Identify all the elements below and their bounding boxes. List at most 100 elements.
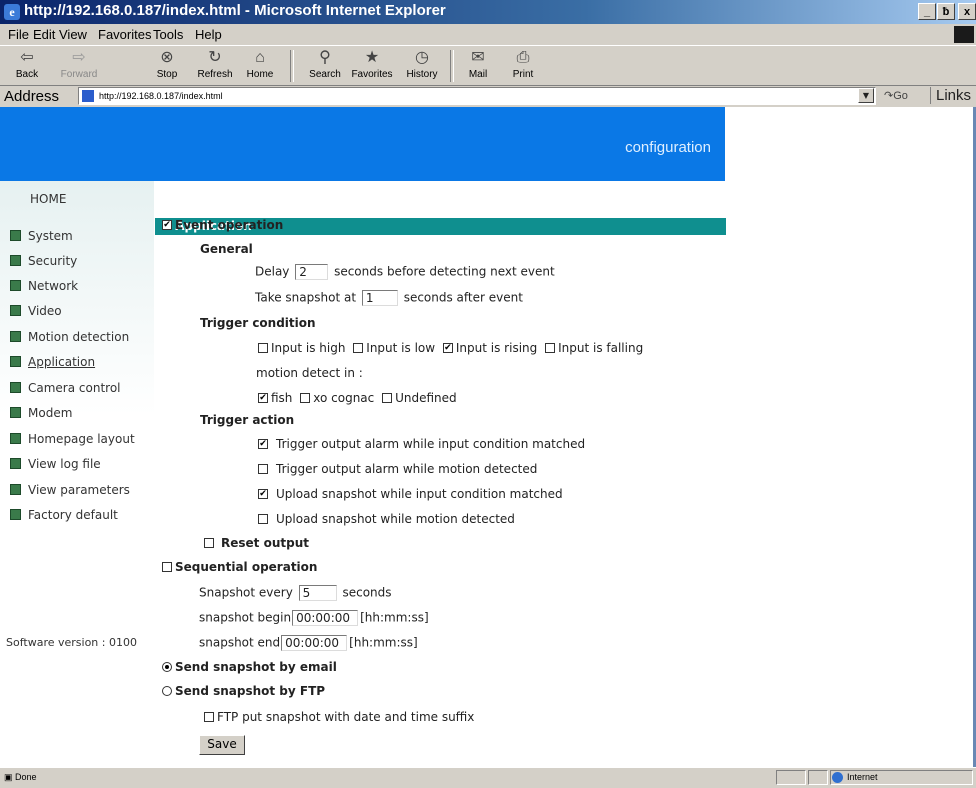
menu-view[interactable]: View <box>59 27 87 42</box>
motion-window-fish-checkbox[interactable]: ✔ <box>258 392 268 403</box>
ftp-suffix-row[interactable]: FTP put snapshot with date and time suff… <box>204 710 474 724</box>
snapshot-end-row: snapshot end 00:00:00 [hh:mm:ss] <box>199 635 418 651</box>
page-content: configuration HOME System Security Netwo… <box>0 107 976 767</box>
menu-tools[interactable]: Tools <box>153 27 183 42</box>
go-button[interactable]: ↷Go <box>884 89 908 102</box>
event-operation-row: ✔ Event operation <box>162 218 284 232</box>
address-dropdown-button[interactable]: ▼ <box>858 88 874 103</box>
input-falling-checkbox[interactable] <box>545 342 556 353</box>
sidebar-item-view-log-file[interactable]: View log file <box>10 457 101 471</box>
go-arrow-icon: ↷ <box>884 90 894 102</box>
snapshot-begin-input[interactable]: 00:00:00 <box>292 610 359 626</box>
sidebar-item-network[interactable]: Network <box>10 279 78 293</box>
reset-output-checkbox[interactable] <box>204 537 214 548</box>
sequential-operation-checkbox[interactable] <box>162 561 172 572</box>
minimize-button[interactable]: _ <box>918 3 936 20</box>
event-operation-checkbox[interactable]: ✔ <box>162 219 172 230</box>
motion-window-undefined-checkbox[interactable] <box>382 392 393 403</box>
menu-help[interactable]: Help <box>195 27 222 42</box>
stop-button[interactable]: ⊗ Stop <box>152 48 182 80</box>
sidebar-item-camera-control[interactable]: Camera control <box>10 381 121 395</box>
toolbar: ⇦ Back ⇨ Forward ⊗ Stop ↻ Refresh ⌂ Home ⚲ Sea… <box>0 46 976 86</box>
ftp-suffix-checkbox[interactable] <box>204 711 214 722</box>
input-rising-option[interactable]: ✔ Input is rising <box>442 341 537 355</box>
page-icon <box>82 90 94 102</box>
sidebar-item-factory-default[interactable]: Factory default <box>10 508 118 522</box>
save-button[interactable]: Save <box>199 735 245 755</box>
history-button[interactable]: ◷ History <box>402 48 442 80</box>
sidebar-item-application[interactable]: Application <box>10 355 95 369</box>
mail-button[interactable]: ✉ Mail <box>462 48 494 80</box>
bullet-icon <box>10 280 21 291</box>
sequential-operation-row[interactable]: Sequential operation <box>162 560 317 574</box>
sidebar: HOME System Security Network Video Motio… <box>0 181 154 767</box>
window-title: http://192.168.0.187/index.html - Micros… <box>24 2 446 19</box>
action-row[interactable]: Upload snapshot while motion detected <box>258 512 515 526</box>
send-email-row[interactable]: Send snapshot by email <box>162 660 337 674</box>
sidebar-item-homepage-layout[interactable]: Homepage layout <box>10 432 135 446</box>
status-pane <box>808 770 828 785</box>
maximize-button[interactable]: ƀ <box>937 3 955 20</box>
menu-favorites[interactable]: Favorites <box>98 27 151 42</box>
input-high-checkbox[interactable] <box>258 342 268 353</box>
address-bar: Address http://192.168.0.187/index.html … <box>0 86 976 108</box>
action-row[interactable]: ✔ Upload snapshot while input condition m… <box>258 487 563 501</box>
snapshot-every-input[interactable]: 5 <box>298 585 337 601</box>
motion-window-undefined-option[interactable]: Undefined <box>382 391 457 405</box>
general-heading: General <box>200 242 253 256</box>
internet-globe-icon <box>832 772 843 784</box>
menu-edit[interactable]: Edit <box>33 27 55 42</box>
close-button[interactable]: x <box>958 3 976 20</box>
print-button[interactable]: ⎙ Print <box>508 48 538 80</box>
home-icon: ⌂ <box>255 49 265 66</box>
action-upload-input-checkbox[interactable]: ✔ <box>258 488 268 499</box>
motion-window-xo-cognac-checkbox[interactable] <box>300 392 311 403</box>
take-snapshot-row: Take snapshot at 1 seconds after event <box>255 290 523 306</box>
send-ftp-row[interactable]: Send snapshot by FTP <box>162 684 325 698</box>
sidebar-item-view-parameters[interactable]: View parameters <box>10 483 130 497</box>
delay-input[interactable]: 2 <box>295 264 329 280</box>
input-low-option[interactable]: Input is low <box>353 341 435 355</box>
forward-button[interactable]: ⇨ Forward <box>54 48 104 80</box>
motion-window-fish-option[interactable]: ✔ fish <box>258 391 292 405</box>
print-icon: ⎙ <box>516 49 530 66</box>
send-ftp-radio[interactable] <box>162 685 172 696</box>
history-icon: ◷ <box>415 49 429 66</box>
back-button[interactable]: ⇦ Back <box>10 48 44 80</box>
sidebar-item-video[interactable]: Video <box>10 304 62 318</box>
input-low-checkbox[interactable] <box>353 342 364 353</box>
sidebar-item-system[interactable]: System <box>10 229 73 243</box>
back-arrow-icon: ⇦ <box>20 49 34 66</box>
input-rising-checkbox[interactable]: ✔ <box>442 342 453 353</box>
action-row[interactable]: Trigger output alarm while motion detect… <box>258 462 537 476</box>
action-alarm-input-checkbox[interactable]: ✔ <box>258 438 268 449</box>
favorites-button[interactable]: ★ Favorites <box>346 48 398 80</box>
mail-icon: ✉ <box>471 49 485 66</box>
menu-file[interactable]: File <box>8 27 29 42</box>
reset-output-row[interactable]: Reset output <box>204 536 309 550</box>
action-row[interactable]: ✔ Trigger output alarm while input condit… <box>258 437 585 451</box>
sidebar-item-modem[interactable]: Modem <box>10 406 72 420</box>
sidebar-home-link[interactable]: HOME <box>30 192 66 206</box>
bullet-icon <box>10 305 21 316</box>
input-high-option[interactable]: Input is high <box>258 341 345 355</box>
action-alarm-motion-checkbox[interactable] <box>258 463 268 474</box>
windows-logo-icon <box>954 26 974 43</box>
sidebar-item-motion-detection[interactable]: Motion detection <box>10 330 129 344</box>
search-button[interactable]: ⚲ Search <box>303 48 347 80</box>
links-button[interactable]: Links <box>930 87 971 104</box>
address-url: http://192.168.0.187/index.html <box>99 91 223 101</box>
input-falling-option[interactable]: Input is falling <box>545 341 643 355</box>
snapshot-end-input[interactable]: 00:00:00 <box>281 635 348 651</box>
motion-window-xo-cognac-option[interactable]: xo cognac <box>300 391 374 405</box>
bullet-icon <box>10 356 21 367</box>
home-button[interactable]: ⌂ Home <box>242 48 278 80</box>
action-upload-motion-checkbox[interactable] <box>258 513 268 524</box>
snapshot-after-input[interactable]: 1 <box>361 290 398 306</box>
address-input[interactable]: http://192.168.0.187/index.html <box>78 87 876 105</box>
toolbar-separator <box>290 50 294 82</box>
refresh-button[interactable]: ↻ Refresh <box>194 48 236 80</box>
send-email-radio[interactable] <box>162 661 172 672</box>
bullet-icon <box>10 230 21 241</box>
sidebar-item-security[interactable]: Security <box>10 254 77 268</box>
